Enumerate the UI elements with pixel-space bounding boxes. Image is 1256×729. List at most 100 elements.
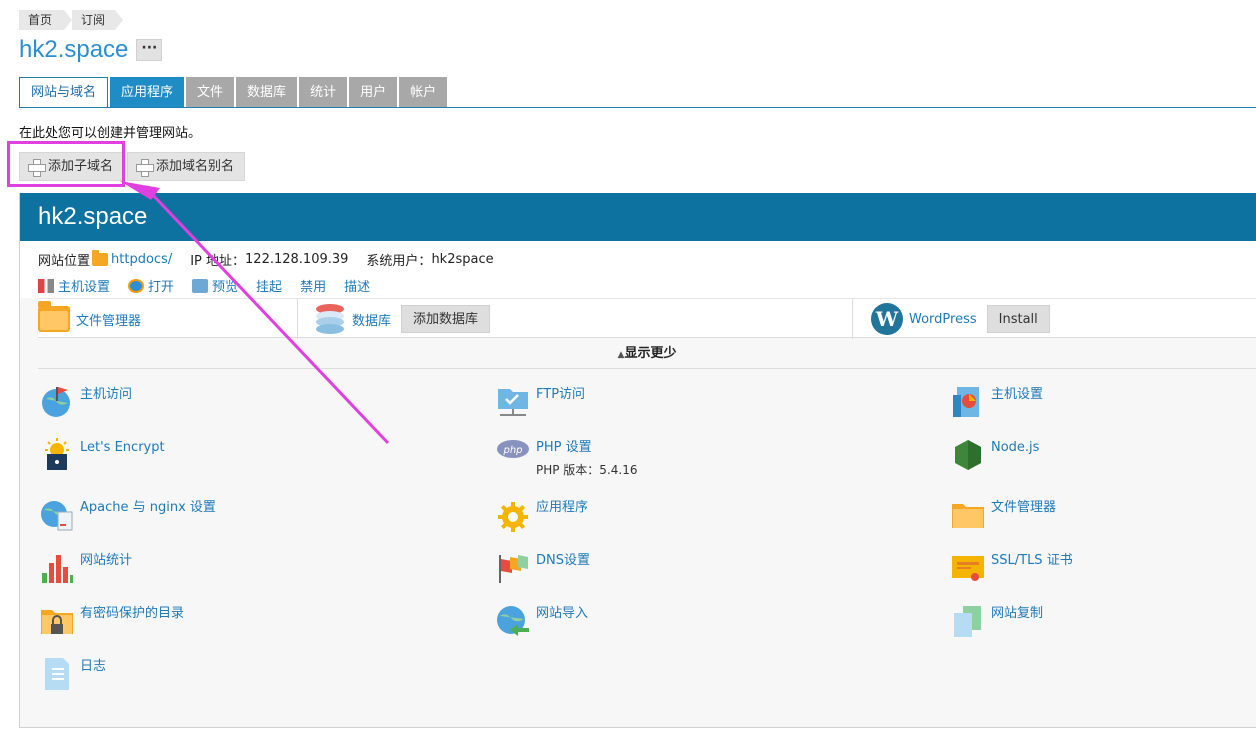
suspend-link[interactable]: 挂起 [256,276,282,295]
wordpress-link[interactable]: WordPress [909,312,977,327]
tab-statistics[interactable]: 统计 [299,77,348,108]
breadcrumb-home[interactable]: 首页 [19,10,73,30]
ftp-icon [496,385,530,419]
title-row: hk2.space ··· [19,36,163,64]
ip-label: IP 地址： [190,254,246,269]
tool-file-manager[interactable]: 文件管理器 [951,498,1056,532]
tool-php-settings[interactable]: php PHP 设置 PHP 版本：5.4.16 [496,438,637,479]
tool-label: DNS设置 [536,553,590,568]
add-database-button[interactable]: 添加数据库 [401,305,491,333]
tool-host-access[interactable]: 主机访问 [40,385,132,419]
tool-hosting-settings[interactable]: 主机设置 [951,385,1043,419]
open-link[interactable]: 打开 [128,276,174,295]
log-document-icon [40,657,74,691]
preview-label: 预览 [212,280,239,295]
breadcrumb-subscription[interactable]: 订阅 [72,10,124,30]
database-link[interactable]: 数据库 [352,310,391,329]
plus-icon [136,158,155,177]
tools-icon [38,278,54,293]
tool-apache-nginx[interactable]: Apache 与 nginx 设置 [40,498,216,532]
folder-icon [38,301,70,332]
preview-icon [192,278,209,293]
tool-logs[interactable]: 日志 [40,657,106,691]
tab-applications[interactable]: 应用程序 [110,77,185,108]
tool-label: Let's Encrypt [80,440,165,455]
breadcrumb: 首页 订阅 [19,10,124,30]
tool-lets-encrypt[interactable]: Let's Encrypt [40,438,165,472]
bar-chart-icon [40,551,74,585]
tool-ssl-tls[interactable]: SSL/TLS 证书 [951,551,1073,585]
show-less-toggle[interactable]: ▲显示更少 [38,338,1256,369]
tool-label: 主机设置 [991,387,1044,402]
sysuser-label: 系统用户： [366,254,432,269]
hosting-settings-icon [951,385,985,419]
disable-link[interactable]: 禁用 [300,276,326,295]
domain-panel: hk2.space 网站位置 httpdocs/ IP 地址： 122.128.… [19,193,1256,728]
description-link[interactable]: 描述 [344,276,370,295]
file-manager-link[interactable]: 文件管理器 [76,310,141,329]
tool-label: SSL/TLS 证书 [991,553,1073,568]
folder-icon [951,498,985,532]
quick-access-row: 文件管理器 数据库 添加数据库 W WordPress Install [38,298,1256,339]
lock-sun-icon [40,438,74,472]
tool-password-dirs[interactable]: 有密码保护的目录 [40,604,184,638]
page-title: hk2.space [19,36,129,63]
sysuser-value: hk2space [431,252,494,267]
database-quick: 数据库 添加数据库 [316,299,853,339]
location-link[interactable]: httpdocs/ [111,252,172,267]
svg-text:php: php [502,445,522,456]
tab-files[interactable]: 文件 [186,77,235,108]
tool-web-statistics[interactable]: 网站统计 [40,551,132,585]
location-label: 网站位置 [38,254,91,269]
tab-databases[interactable]: 数据库 [236,77,298,108]
open-label: 打开 [148,280,175,295]
tool-ftp-access[interactable]: FTP访问 [496,385,585,419]
globe-icon [128,278,145,293]
php-icon: php [496,438,530,472]
tab-divider [19,107,1256,108]
tool-website-copy[interactable]: 网站复制 [951,604,1043,638]
tool-label: PHP 设置 [536,440,592,455]
tool-label: 文件管理器 [991,500,1057,515]
show-less-label: 显示更少 [624,346,677,361]
hosting-settings-link[interactable]: 主机设置 [38,276,110,295]
tool-label: Apache 与 nginx 设置 [80,500,216,515]
add-alias-label: 添加域名别名 [156,159,235,174]
tool-label: 网站复制 [991,606,1044,621]
globe-flag-icon [40,385,74,419]
certificate-icon [951,551,985,585]
tab-users[interactable]: 用户 [349,77,398,108]
php-version: PHP 版本：5.4.16 [536,463,638,477]
tool-website-import[interactable]: 网站导入 [496,604,588,638]
hosting-links: 主机设置 打开 预览 挂起 禁用 描述 [38,276,388,295]
tool-label: 网站导入 [536,606,589,621]
domain-panel-title: hk2.space [20,193,1256,241]
add-domain-alias-button[interactable]: 添加域名别名 [127,152,246,181]
annotation-highlight-box [7,141,125,187]
server-globe-icon [40,498,74,532]
tool-label: Node.js [991,440,1040,455]
tab-websites-domains[interactable]: 网站与域名 [19,77,109,108]
ip-value: 122.128.109.39 [245,252,349,267]
tool-dns-settings[interactable]: DNS设置 [496,551,590,585]
wordpress-icon: W [871,303,903,335]
copy-documents-icon [951,604,985,638]
wordpress-install-button[interactable]: Install [986,305,1050,333]
file-manager-quick[interactable]: 文件管理器 [38,299,298,339]
tool-nodejs[interactable]: Node.js [951,438,1039,472]
tool-applications[interactable]: 应用程序 [496,498,588,532]
page-description: 在此处您可以创建并管理网站。 [19,126,202,141]
tool-label: FTP访问 [536,387,586,402]
tab-account[interactable]: 帐户 [399,77,448,108]
import-globe-icon [496,604,530,638]
domain-info: 网站位置 httpdocs/ IP 地址： 122.128.109.39 系统用… [20,241,1256,298]
dns-flags-icon [496,551,530,585]
more-options-button[interactable]: ··· [136,39,163,61]
folder-icon [92,250,109,266]
preview-link[interactable]: 预览 [192,276,238,295]
database-icon [316,304,344,334]
tool-label: 日志 [80,659,107,674]
nodejs-icon [951,438,985,472]
tool-label: 主机访问 [80,387,133,402]
wordpress-quick: W WordPress Install [871,299,1050,339]
